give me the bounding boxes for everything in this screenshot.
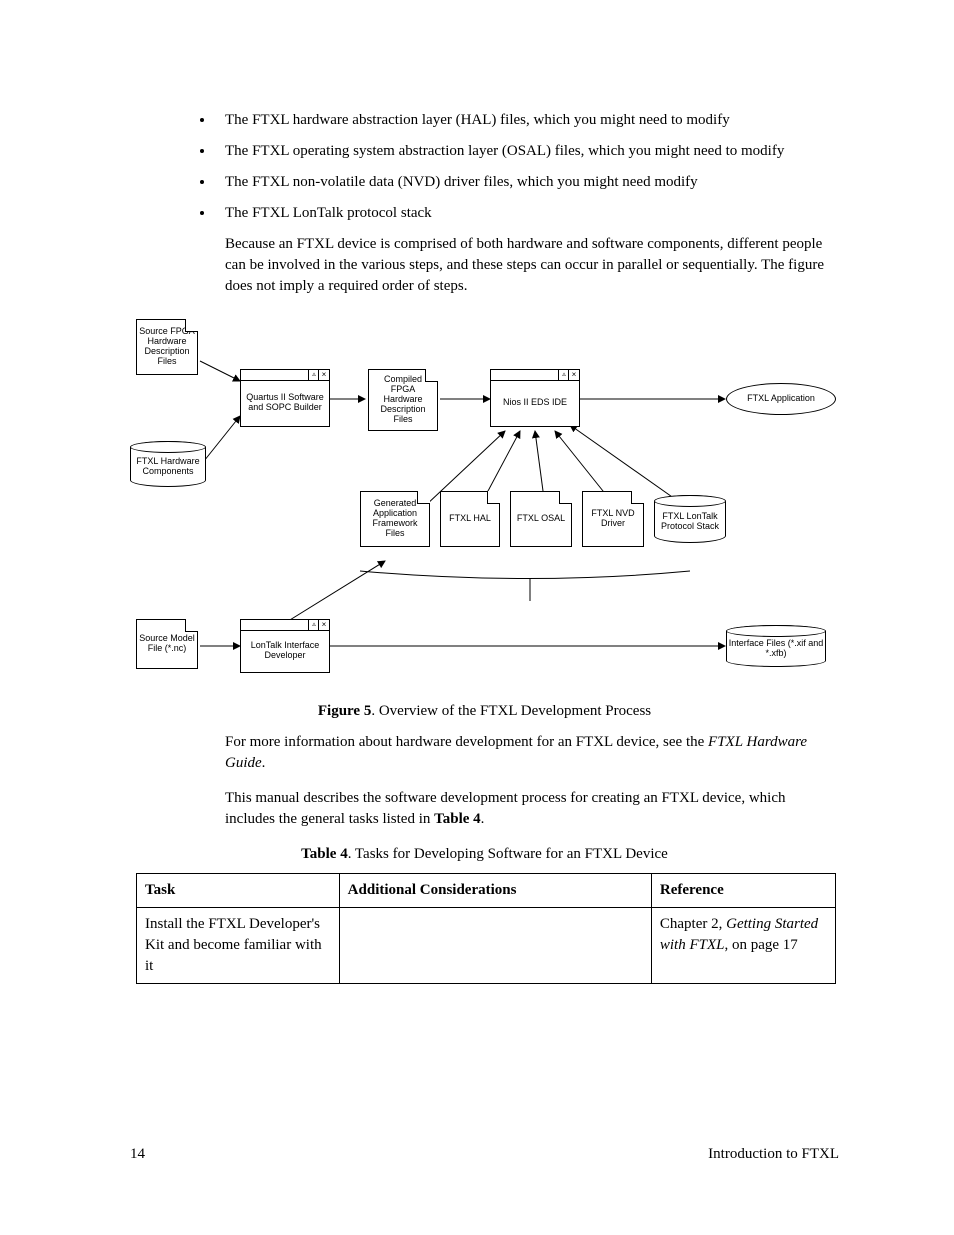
node-label: Source Model File (*.nc) bbox=[139, 634, 195, 654]
footer-title: Introduction to FTXL bbox=[708, 1144, 839, 1165]
node-label: Nios II EDS IDE bbox=[503, 388, 567, 408]
cell-task: Install the FTXL Developer's Kit and bec… bbox=[137, 908, 340, 984]
doc-source-fpga: Source FPGA Hardware Description Files bbox=[136, 319, 198, 375]
bullet-item: The FTXL hardware abstraction layer (HAL… bbox=[215, 110, 839, 131]
figure-caption: Figure 5. Overview of the FTXL Developme… bbox=[130, 701, 839, 722]
close-icon: × bbox=[318, 620, 329, 630]
win-nios: ▵ × Nios II EDS IDE bbox=[490, 369, 580, 427]
win-quartus: ▵ × Quartus II Software and SOPC Builder bbox=[240, 369, 330, 427]
cell-reference: Chapter 2, Getting Started with FTXL, on… bbox=[651, 908, 835, 984]
node-label: LonTalk Interface Developer bbox=[243, 631, 327, 661]
node-label: FTXL LonTalk Protocol Stack bbox=[655, 506, 725, 532]
close-icon: × bbox=[568, 370, 579, 380]
page-footer: 14 Introduction to FTXL bbox=[130, 1144, 839, 1165]
doc-ftxl-nvd: FTXL NVD Driver bbox=[582, 491, 644, 547]
doc-ftxl-osal: FTXL OSAL bbox=[510, 491, 572, 547]
win-lontalk-dev: ▵ × LonTalk Interface Developer bbox=[240, 619, 330, 673]
node-label: Compiled FPGA Hardware Description Files bbox=[371, 375, 435, 424]
node-label: Generated Application Framework Files bbox=[363, 499, 427, 539]
figure-caption-text: . Overview of the FTXL Development Proce… bbox=[371, 703, 651, 719]
figure-diagram: Source FPGA Hardware Description Files ▵… bbox=[130, 311, 840, 691]
col-header-reference: Reference bbox=[651, 874, 835, 908]
table-label: Table 4 bbox=[301, 846, 348, 862]
table-row: Install the FTXL Developer's Kit and bec… bbox=[137, 908, 836, 984]
doc-gen-framework: Generated Application Framework Files bbox=[360, 491, 430, 547]
col-header-task: Task bbox=[137, 874, 340, 908]
node-label: Quartus II Software and SOPC Builder bbox=[243, 383, 327, 413]
bullet-item: The FTXL operating system abstraction la… bbox=[215, 141, 839, 162]
col-header-additional: Additional Considerations bbox=[339, 874, 651, 908]
node-label: FTXL Application bbox=[747, 394, 815, 404]
text-bold: Table 4 bbox=[434, 811, 481, 827]
text: Chapter 2, bbox=[660, 916, 726, 932]
bullet-list: The FTXL hardware abstraction layer (HAL… bbox=[130, 110, 839, 224]
text: , on page 17 bbox=[724, 937, 797, 953]
doc-compiled-fpga: Compiled FPGA Hardware Description Files bbox=[368, 369, 438, 431]
text: . bbox=[481, 811, 485, 827]
table-header-row: Task Additional Considerations Reference bbox=[137, 874, 836, 908]
tasks-table: Task Additional Considerations Reference… bbox=[136, 873, 836, 984]
close-icon: × bbox=[318, 370, 329, 380]
figure-label: Figure 5 bbox=[318, 703, 371, 719]
bullet-item: The FTXL LonTalk protocol stack bbox=[215, 203, 839, 224]
table-caption: Table 4. Tasks for Developing Software f… bbox=[130, 844, 839, 865]
paragraph: This manual describes the software devel… bbox=[225, 788, 839, 830]
text: For more information about hardware deve… bbox=[225, 734, 708, 750]
doc-ftxl-hal: FTXL HAL bbox=[440, 491, 500, 547]
page-number: 14 bbox=[130, 1144, 145, 1165]
node-label: FTXL OSAL bbox=[517, 514, 565, 524]
paragraph: For more information about hardware deve… bbox=[225, 732, 839, 774]
cyl-hw-components: FTXL Hardware Components bbox=[130, 441, 206, 487]
node-label: FTXL HAL bbox=[449, 514, 491, 524]
text: . bbox=[262, 755, 266, 771]
table-caption-text: . Tasks for Developing Software for an F… bbox=[348, 846, 668, 862]
ellipse-ftxl-app: FTXL Application bbox=[726, 383, 836, 415]
paragraph: Because an FTXL device is comprised of b… bbox=[225, 234, 839, 297]
node-label: FTXL NVD Driver bbox=[585, 509, 641, 529]
text: This manual describes the software devel… bbox=[225, 790, 786, 827]
node-label: FTXL Hardware Components bbox=[131, 451, 205, 477]
cell-additional bbox=[339, 908, 651, 984]
cyl-lontalk-stack: FTXL LonTalk Protocol Stack bbox=[654, 495, 726, 543]
node-label: Interface Files (*.xif and *.xfb) bbox=[727, 633, 825, 659]
node-label: Source FPGA Hardware Description Files bbox=[139, 327, 195, 367]
doc-source-model: Source Model File (*.nc) bbox=[136, 619, 198, 669]
cyl-interface-files: Interface Files (*.xif and *.xfb) bbox=[726, 625, 826, 667]
bullet-item: The FTXL non-volatile data (NVD) driver … bbox=[215, 172, 839, 193]
